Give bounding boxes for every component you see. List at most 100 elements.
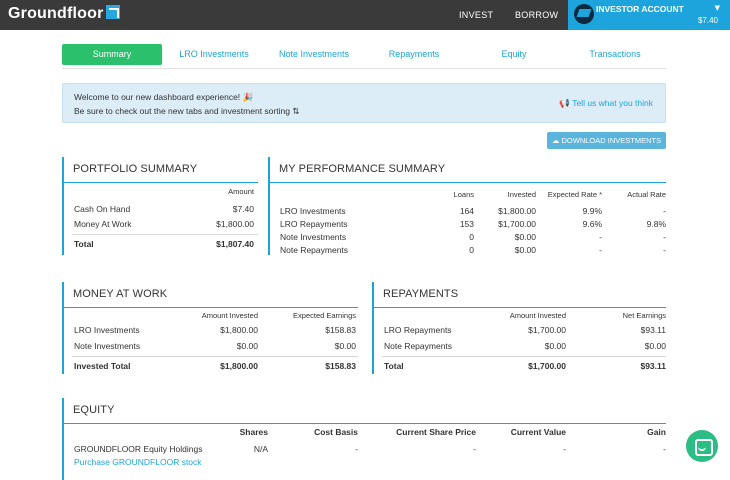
rep-earnings: $93.11 [640, 325, 666, 335]
feedback-link-text[interactable]: Tell us what you think [572, 98, 653, 108]
banner-line-2: Be sure to check out the new tabs and in… [74, 106, 290, 116]
equity-title: EQUITY [73, 404, 115, 416]
tab-repayments[interactable]: Repayments [364, 44, 464, 65]
logo-mark-icon [105, 5, 120, 19]
total-divider [382, 356, 666, 357]
tab-transactions[interactable]: Transactions [564, 44, 666, 65]
nav-invest[interactable]: INVEST [459, 10, 493, 20]
col-shares: Shares [239, 427, 268, 437]
equity-gain: - [663, 444, 666, 454]
portfolio-summary-card: PORTFOLIO SUMMARY Amount Cash On Hand $7… [62, 157, 258, 255]
equity-row-label: GROUNDFLOOR Equity Holdings [74, 444, 203, 454]
col-expected-rate: Expected Rate * [547, 190, 602, 199]
perf-actual: - [663, 245, 666, 255]
maw-row-label: Note Investments [74, 341, 141, 351]
party-icon: 🎉 [242, 93, 254, 103]
perf-loans: 153 [459, 219, 474, 229]
perf-invested: $1,800.00 [498, 206, 536, 216]
tab-lro-investments[interactable]: LRO Investments [164, 44, 264, 65]
dashboard-tabs: Summary LRO Investments Note Investments… [62, 44, 666, 69]
caret-down-icon: ▼ [714, 4, 720, 12]
maw-total-earnings: $158.83 [325, 361, 356, 371]
total-divider [72, 356, 358, 357]
performance-summary-title: MY PERFORMANCE SUMMARY [279, 163, 446, 175]
total-amount: $1,807.40 [216, 239, 254, 249]
rep-earnings: $0.00 [644, 341, 666, 351]
rep-row-label: Note Repayments [384, 341, 453, 351]
equity-share-price: - [473, 444, 476, 454]
account-avatar-icon [574, 4, 594, 24]
download-label: DOWNLOAD INVESTMENTS [561, 136, 662, 145]
rep-total-earnings: $93.11 [640, 361, 666, 371]
tab-note-investments[interactable]: Note Investments [264, 44, 364, 65]
equity-current-value: - [563, 444, 566, 454]
perf-expected: - [599, 245, 602, 255]
col-actual-rate: Actual Rate [627, 190, 666, 199]
col-amount: Amount [228, 187, 254, 196]
purchase-stock-link[interactable]: Purchase GROUNDFLOOR stock [74, 457, 202, 467]
perf-actual: - [663, 232, 666, 242]
sort-icon: ⇅ [292, 107, 300, 117]
col-loans: Loans [453, 190, 474, 199]
perf-row-label: Note Investments [280, 232, 347, 242]
tab-equity[interactable]: Equity [464, 44, 564, 65]
perf-row-label: LRO Investments [280, 206, 346, 216]
account-label: INVESTOR ACCOUNT [596, 4, 684, 14]
equity-cost-basis: - [355, 444, 358, 454]
perf-expected: 9.6% [582, 219, 602, 229]
banner-line-1: Welcome to our new dashboard experience! [74, 92, 241, 102]
col-amount-invested: Amount Invested [509, 311, 566, 320]
nav-borrow[interactable]: BORROW [515, 10, 558, 20]
total-divider [72, 234, 258, 235]
card-rule [64, 307, 358, 308]
col-net-earnings: Net Earnings [622, 311, 666, 320]
rep-amount: $0.00 [544, 341, 566, 351]
account-balance: $7.40 [697, 16, 718, 25]
row-amount: $7.40 [232, 204, 254, 214]
megaphone-icon: 📢 [559, 99, 570, 109]
repayments-card: REPAYMENTS Amount Invested Net Earnings … [372, 282, 666, 374]
money-at-work-card: MONEY AT WORK Amount Invested Expected E… [62, 282, 358, 374]
perf-row-label: LRO Repayments [280, 219, 348, 229]
rep-total-label: Total [384, 361, 404, 371]
perf-loans: 164 [459, 206, 474, 216]
download-investments-button[interactable]: ☁ DOWNLOAD INVESTMENTS [547, 132, 666, 149]
maw-earnings: $0.00 [334, 341, 356, 351]
welcome-banner: Welcome to our new dashboard experience!… [62, 83, 666, 123]
perf-loans: 0 [469, 232, 474, 242]
top-bar: Groundfloor INVEST BORROW INVESTOR ACCOU… [0, 0, 730, 30]
cloud-download-icon: ☁ [551, 136, 560, 145]
row-label: Cash On Hand [74, 204, 131, 214]
perf-expected: - [599, 232, 602, 242]
rep-total-amount: $1,700.00 [528, 361, 566, 371]
portfolio-summary-title: PORTFOLIO SUMMARY [73, 163, 198, 175]
total-label: Total [74, 239, 94, 249]
row-amount: $1,800.00 [216, 219, 254, 229]
card-rule [64, 182, 258, 183]
card-rule [64, 423, 666, 424]
perf-invested: $1,700.00 [498, 219, 536, 229]
investor-account-menu[interactable]: INVESTOR ACCOUNT ▼ $7.40 [568, 0, 730, 30]
col-cost-basis: Cost Basis [314, 427, 358, 437]
card-rule [374, 307, 666, 308]
rep-row-label: LRO Repayments [384, 325, 452, 335]
maw-amount: $0.00 [236, 341, 258, 351]
tab-summary[interactable]: Summary [62, 44, 162, 65]
perf-invested: $0.00 [514, 245, 536, 255]
rep-amount: $1,700.00 [528, 325, 566, 335]
perf-expected: 9.9% [582, 206, 602, 216]
equity-card: EQUITY Shares Cost Basis Current Share P… [62, 398, 666, 480]
card-rule [270, 182, 666, 183]
groundfloor-logo[interactable]: Groundfloor [8, 5, 120, 23]
col-invested: Invested [507, 190, 536, 199]
col-current-share-price: Current Share Price [396, 427, 476, 437]
feedback-link[interactable]: 📢 Tell us what you think [559, 98, 653, 109]
maw-total-amount: $1,800.00 [220, 361, 258, 371]
maw-amount: $1,800.00 [220, 325, 258, 335]
maw-earnings: $158.83 [325, 325, 356, 335]
equity-shares: N/A [253, 444, 268, 454]
col-gain: Gain [647, 427, 666, 437]
perf-loans: 0 [469, 245, 474, 255]
maw-row-label: LRO Investments [74, 325, 140, 335]
chat-bubble-icon[interactable] [686, 430, 718, 462]
